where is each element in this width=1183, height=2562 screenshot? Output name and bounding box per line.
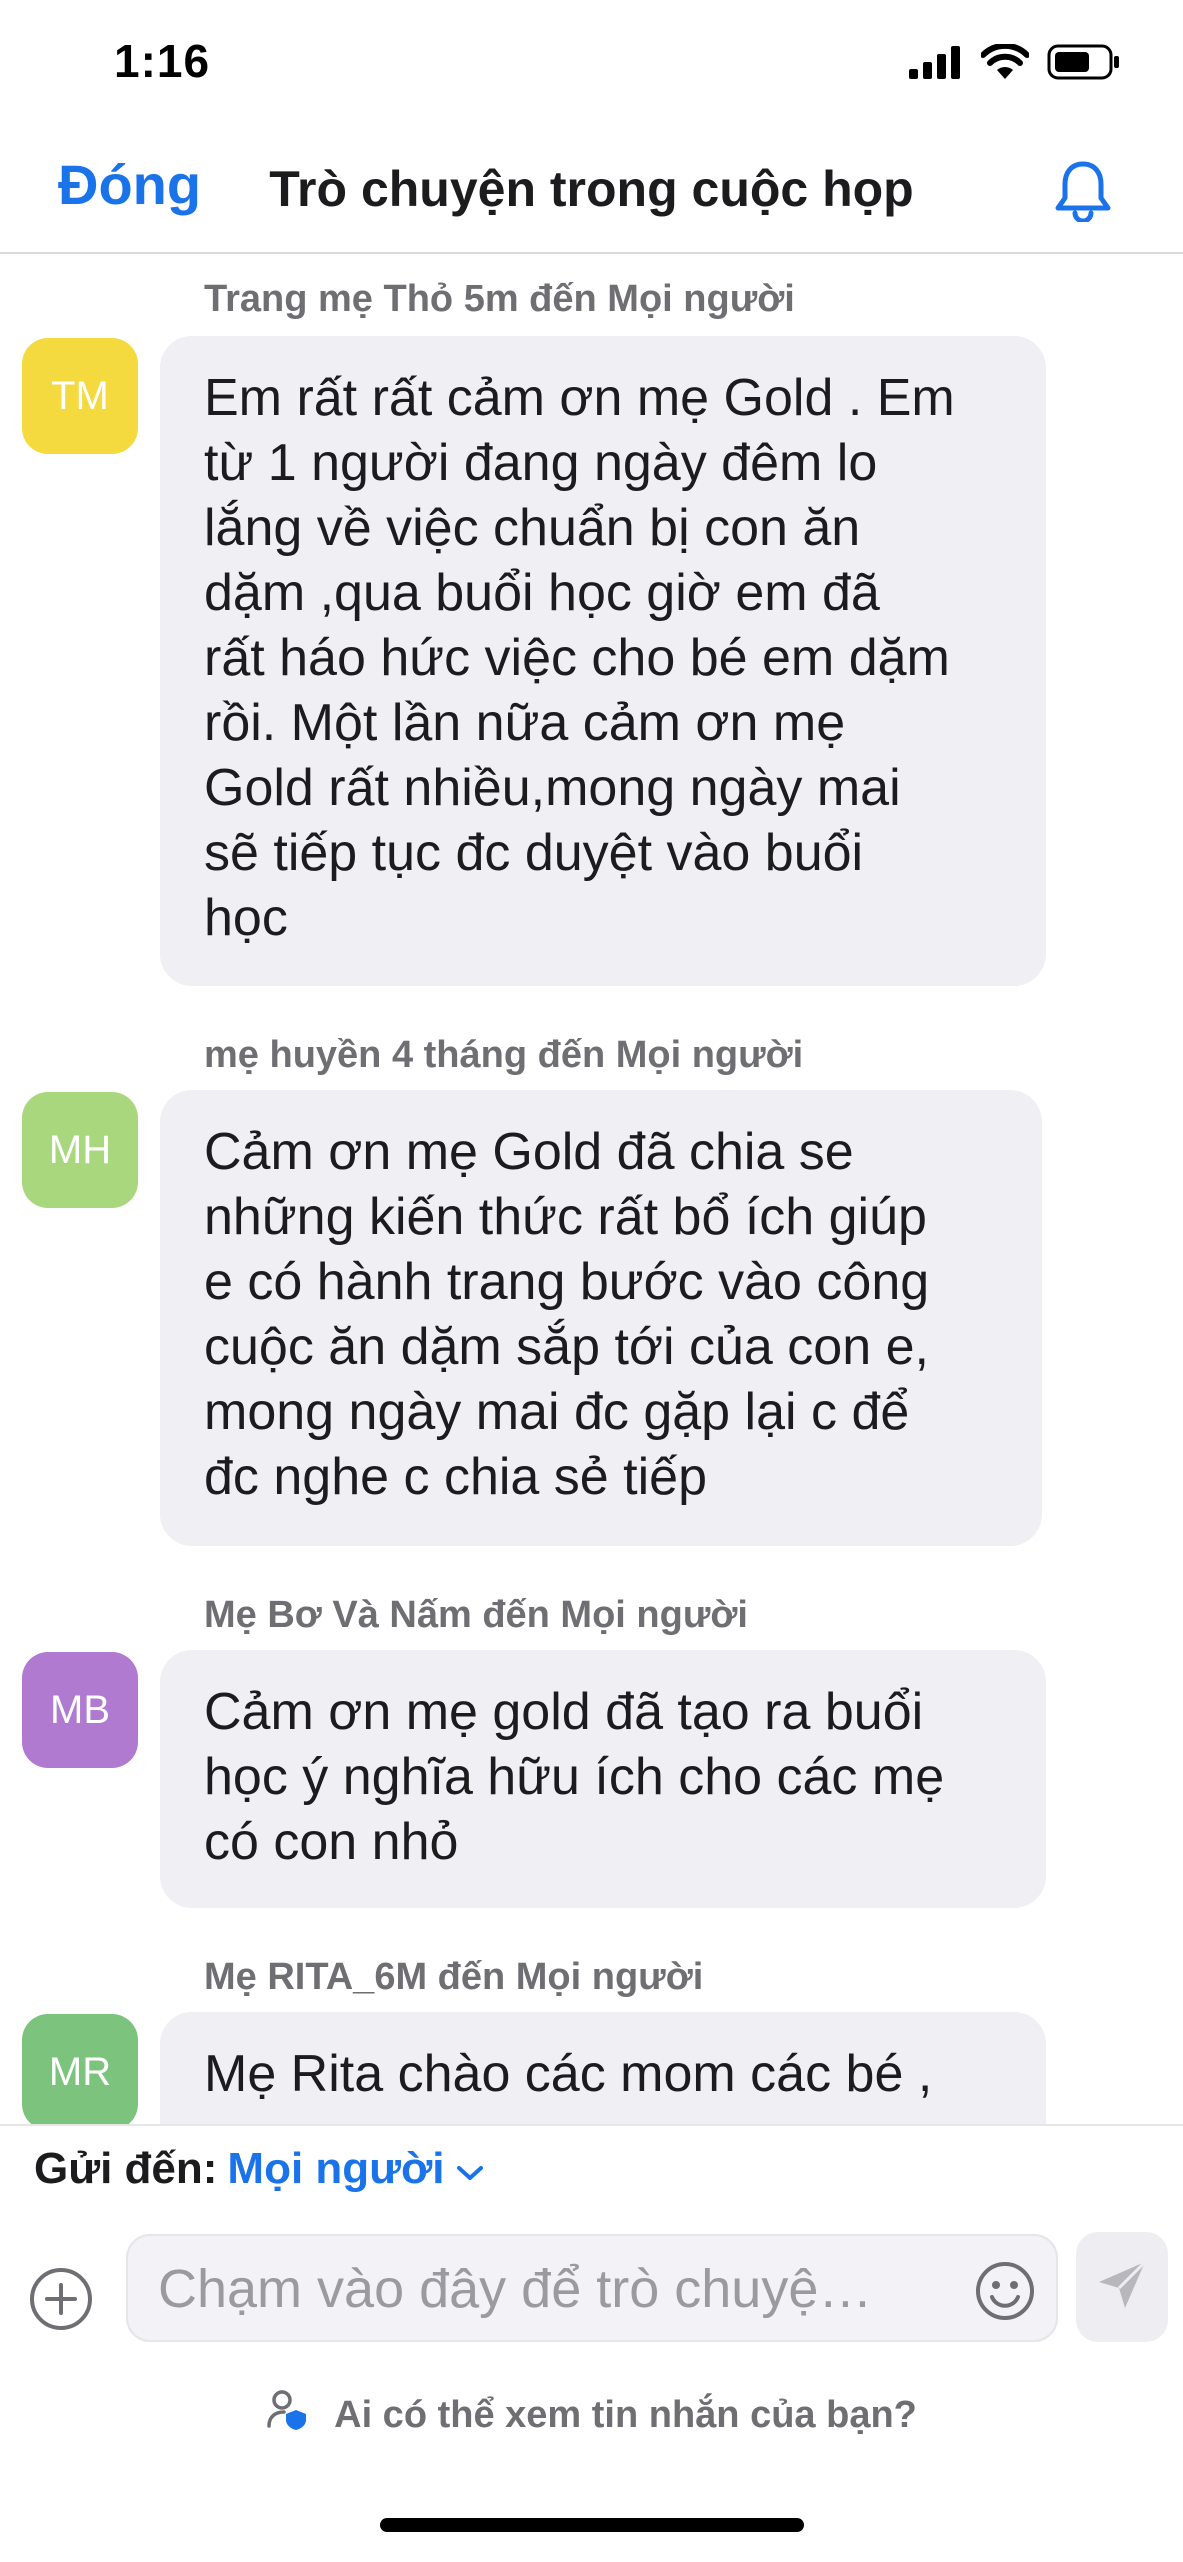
- message-text: Cảm ơn mẹ Gold đã chia se những kiến thứ…: [204, 1123, 930, 1506]
- avatar-initials: MH: [48, 1127, 112, 1172]
- status-icons: [909, 44, 1121, 80]
- privacy-text[interactable]: Ai có thể xem tin nhắn của bạn?: [334, 2394, 917, 2437]
- status-time: 1:16: [114, 35, 211, 87]
- message-sender: Trang mẹ Thỏ 5m đến Mọi người: [204, 278, 795, 320]
- message-sender: mẹ huyền 4 tháng đến Mọi người: [204, 1034, 804, 1076]
- avatar[interactable]: TM: [22, 338, 138, 454]
- wifi-icon: [981, 44, 1029, 80]
- add-attachment-button[interactable]: [28, 2266, 94, 2337]
- send-to-value[interactable]: Mọi người: [227, 2144, 444, 2194]
- avatar-initials: MR: [48, 2049, 112, 2094]
- header: Đóng Trò chuyện trong cuộc họp: [0, 128, 1183, 254]
- message-text: Em rất rất cảm ơn mẹ Gold . Em từ 1 ngườ…: [204, 369, 955, 947]
- message-bubble[interactable]: Cảm ơn mẹ Gold đã chia se những kiến thứ…: [160, 1090, 1042, 1546]
- smiley-icon: [974, 2262, 1036, 2326]
- chevron-down-icon[interactable]: [455, 2144, 485, 2194]
- composer: Gửi đến: Mọi người Chạm vào đây để trò c…: [0, 2124, 1183, 2562]
- send-to-selector[interactable]: Gửi đến: Mọi người: [34, 2144, 485, 2194]
- message-bubble[interactable]: Cảm ơn mẹ gold đã tạo ra buổi học ý nghĩ…: [160, 1650, 1046, 1908]
- message-sender: Mẹ RITA_6M đến Mọi người: [204, 1956, 704, 1998]
- home-indicator: [380, 2518, 804, 2532]
- message-bubble[interactable]: Em rất rất cảm ơn mẹ Gold . Em từ 1 ngườ…: [160, 336, 1046, 986]
- send-icon: [1095, 2258, 1149, 2317]
- send-to-label: Gửi đến:: [34, 2144, 218, 2193]
- message-text: Cảm ơn mẹ gold đã tạo ra buổi học ý nghĩ…: [204, 1683, 945, 1871]
- emoji-button[interactable]: [974, 2260, 1036, 2327]
- message-sender: Mẹ Bơ Và Nấm đến Mọi người: [204, 1594, 748, 1636]
- chat-input[interactable]: Chạm vào đây để trò chuyệ…: [126, 2234, 1058, 2342]
- message-text: Mẹ Rita chào các mom các bé ,: [204, 2045, 933, 2103]
- chat-input-placeholder: Chạm vào đây để trò chuyệ…: [158, 2259, 873, 2319]
- avatar[interactable]: MR: [22, 2014, 138, 2124]
- avatar[interactable]: MH: [22, 1092, 138, 1208]
- message-bubble[interactable]: Mẹ Rita chào các mom các bé ,: [160, 2012, 1046, 2124]
- plus-circle-icon: [28, 2268, 94, 2336]
- chat-message-list[interactable]: Trang mẹ Thỏ 5m đến Mọi người TM Em rất …: [0, 254, 1183, 2124]
- avatar[interactable]: MB: [22, 1652, 138, 1768]
- user-shield-icon: [266, 2388, 310, 2442]
- battery-icon: [1047, 44, 1121, 80]
- page-title: Trò chuyện trong cuộc họp: [269, 161, 914, 217]
- send-button[interactable]: [1076, 2232, 1168, 2342]
- avatar-initials: TM: [51, 373, 109, 418]
- cellular-signal-icon: [909, 45, 963, 79]
- bell-icon[interactable]: [1053, 158, 1113, 227]
- status-bar: 1:16: [0, 0, 1183, 128]
- avatar-initials: MB: [50, 1687, 110, 1732]
- privacy-link[interactable]: Ai có thể xem tin nhắn của bạn?: [0, 2388, 1183, 2442]
